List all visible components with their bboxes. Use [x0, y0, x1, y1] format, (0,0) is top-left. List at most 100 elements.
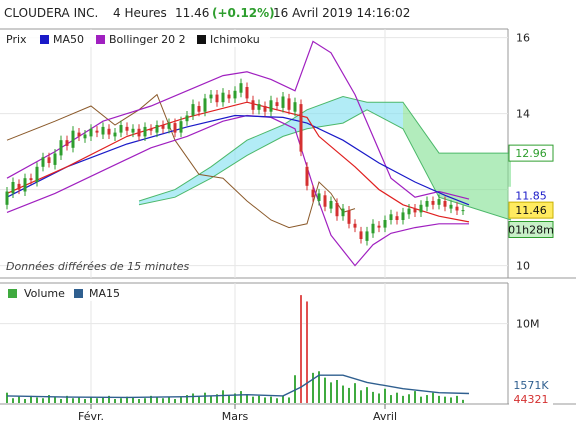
- volume-bar: [390, 395, 392, 403]
- volume-bar: [192, 393, 194, 403]
- candle-body: [317, 193, 321, 201]
- candle-body: [299, 104, 303, 152]
- volume-bar: [348, 387, 350, 403]
- candle-body: [365, 231, 369, 241]
- volume-bar: [414, 391, 416, 403]
- volume-bar: [330, 382, 332, 403]
- volume-bar: [102, 397, 104, 403]
- candle-body: [293, 102, 297, 112]
- y-axis: 10 14 16 10M: [516, 32, 540, 331]
- volume-bar: [312, 372, 314, 403]
- volume-bar: [444, 396, 446, 403]
- candle-body: [41, 157, 45, 167]
- legend-volume-swatch: [8, 289, 17, 298]
- volume-panel: [6, 295, 470, 403]
- candle-body: [311, 189, 315, 198]
- volume-legend: Volume MA15: [0, 284, 120, 301]
- price-tag-label: 11.46: [515, 204, 547, 217]
- candle-body: [125, 126, 129, 131]
- volume-bar: [210, 395, 212, 403]
- x-tick-label: Mars: [222, 410, 249, 423]
- delay-note: Données différées de 15 minutes: [6, 260, 189, 273]
- volume-y-tick: 10M: [516, 318, 540, 331]
- volume-ma15-line: [6, 374, 470, 399]
- candle-body: [89, 128, 93, 137]
- candle-body: [323, 195, 327, 207]
- candle-body: [239, 83, 243, 93]
- volume-bar: [78, 397, 80, 403]
- candle-body: [359, 231, 363, 239]
- candle-body: [413, 208, 417, 213]
- candle-body: [149, 128, 153, 131]
- volume-bar: [408, 394, 410, 403]
- volume-bar: [360, 390, 362, 403]
- candle-body: [233, 90, 237, 99]
- candle-body: [455, 206, 459, 211]
- candle-body: [251, 100, 255, 110]
- candle-body: [17, 183, 21, 190]
- price-y-tick: 16: [516, 32, 530, 45]
- candle-body: [395, 216, 399, 220]
- legend-volume-label: Volume: [24, 287, 65, 300]
- volume-bar: [378, 393, 380, 403]
- volume-bar: [12, 398, 14, 403]
- candle-body: [143, 126, 147, 137]
- price-y-tick: 10: [516, 260, 530, 273]
- candle-body: [341, 208, 345, 217]
- candle-body: [269, 100, 273, 112]
- volume-bar: [84, 399, 86, 403]
- candle-body: [461, 210, 465, 212]
- volume-bar: [258, 395, 260, 403]
- x-axis: Févr. Mars Avril: [78, 404, 397, 423]
- candle-body: [329, 201, 333, 209]
- volume-bar: [354, 383, 356, 403]
- candle-body: [155, 125, 159, 133]
- stock-chart: CLOUDERA INC. 4 Heures 11.46 (+0.12%) 16…: [0, 6, 576, 423]
- volume-bar: [240, 391, 242, 403]
- volume-bar: [54, 396, 56, 403]
- volume-bar: [156, 397, 158, 403]
- candle-body: [425, 201, 429, 207]
- candle-body: [113, 132, 117, 137]
- volume-bar: [438, 395, 440, 403]
- last-price: 11.46: [175, 6, 209, 20]
- volume-bar: [162, 398, 164, 403]
- candle-body: [197, 106, 201, 112]
- candle-body: [83, 134, 87, 139]
- candle-body: [167, 123, 171, 129]
- candle-body: [419, 204, 423, 213]
- candle-body: [401, 212, 405, 220]
- volume-bar: [222, 390, 224, 403]
- legend-ma50-swatch: [40, 35, 49, 44]
- candle-body: [377, 225, 381, 228]
- volume-bar: [432, 392, 434, 403]
- candle-body: [59, 140, 63, 156]
- candle-body: [119, 125, 123, 133]
- volume-bar: [60, 399, 62, 403]
- candle-body: [5, 191, 9, 205]
- volume-bar: [396, 392, 398, 403]
- volume-bar: [42, 398, 44, 403]
- volume-bar: [366, 387, 368, 403]
- volume-bar: [456, 395, 458, 403]
- volume-bar: [342, 385, 344, 403]
- volume-bar: [264, 397, 266, 403]
- candle-body: [263, 106, 267, 112]
- volume-bar: [402, 395, 404, 403]
- candle-body: [161, 125, 165, 129]
- legend-prix-label: Prix: [6, 33, 27, 46]
- candle-body: [101, 126, 105, 135]
- candle-body: [437, 199, 441, 205]
- price-tags: 12.96 11.85 11.46 01h28m 1571K44321: [508, 144, 554, 406]
- candle-body: [449, 204, 453, 209]
- volume-bar: [288, 397, 290, 403]
- volume-bar: [36, 397, 38, 403]
- price-change: (+0.12%): [212, 6, 275, 20]
- price-panel: [5, 40, 512, 267]
- legend-bollinger-swatch: [96, 35, 105, 44]
- candle-body: [287, 98, 291, 110]
- legend-ma15-label: MA15: [89, 287, 120, 300]
- candle-body: [77, 132, 81, 137]
- volume-tag-label: 1571K: [513, 379, 549, 392]
- candle-body: [209, 94, 213, 99]
